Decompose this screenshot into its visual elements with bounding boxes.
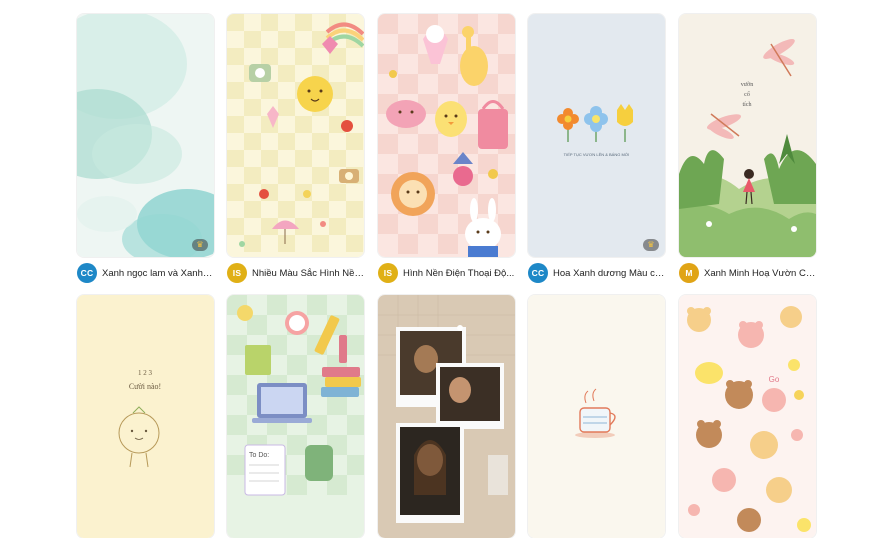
template-thumbnail[interactable]: To Do: [227, 295, 364, 538]
creator-avatar[interactable]: IS [378, 263, 398, 283]
cute-pattern-image [227, 14, 364, 257]
smile-orange-image: 1 2 3 Cười nào! [77, 295, 214, 538]
thumbnail-quote: TIẾP TỤC VƯƠN LÊN & BÁNG MỚI [564, 152, 630, 157]
creator-avatar[interactable]: CC [77, 263, 97, 283]
template-meta: IS Nhiều Màu Sắc Hình Nền... [227, 263, 364, 283]
template-thumbnail[interactable]: vườn cổ tích [679, 14, 816, 257]
thumbnail-todo-text: To Do: [249, 452, 269, 459]
cute-animals-image [378, 14, 515, 257]
template-title[interactable]: Nhiều Màu Sắc Hình Nền... [252, 268, 364, 279]
template-thumbnail[interactable] [378, 295, 515, 538]
photo-collage-image [378, 295, 515, 538]
coffee-cup-image [528, 295, 665, 538]
template-thumbnail[interactable] [528, 295, 665, 538]
study-pattern-image: To Do: [227, 295, 364, 538]
template-thumbnail[interactable] [378, 14, 515, 257]
template-meta: CC Hoa Xanh dương Màu ca... [528, 263, 665, 283]
premium-crown-icon: ♛ [643, 239, 659, 251]
template-title[interactable]: Hình Nền Điện Thoại Độ... [403, 268, 515, 279]
thumbnail-go-text: Go [769, 375, 780, 384]
premium-crown-icon: ♛ [192, 239, 208, 251]
template-thumbnail[interactable]: 1 2 3 Cười nào! [77, 295, 214, 538]
template-grid: ♛ CC Xanh ngọc lam và Xanh l... IS Nhiều… [0, 0, 891, 538]
template-thumbnail[interactable]: Go [679, 295, 816, 538]
template-meta: IS Hình Nền Điện Thoại Độ... [378, 263, 515, 283]
template-thumbnail[interactable] [227, 14, 364, 257]
template-title[interactable]: Xanh Minh Hoạ Vườn Cổ ... [704, 268, 816, 279]
template-title[interactable]: Xanh ngọc lam và Xanh l... [102, 268, 214, 279]
garden-image: vườn cổ tích [679, 14, 816, 257]
template-thumbnail[interactable]: ♛ [77, 14, 214, 257]
creator-avatar[interactable]: IS [227, 263, 247, 283]
creator-avatar[interactable]: M [679, 263, 699, 283]
template-meta: M Xanh Minh Hoạ Vườn Cổ ... [679, 263, 816, 283]
thumbnail-text-2: Cười nào! [129, 382, 161, 391]
template-thumbnail[interactable]: TIẾP TỤC VƯƠN LÊN & BÁNG MỚI ♛ [528, 14, 665, 257]
flowers-image: TIẾP TỤC VƯƠN LÊN & BÁNG MỚI [528, 14, 665, 257]
thumbnail-text-1: vườn [741, 82, 753, 88]
creator-avatar[interactable]: CC [528, 263, 548, 283]
bears-pattern-image: Go [679, 295, 816, 538]
thumbnail-text-3: tích [743, 102, 752, 108]
aqua-watercolor-image [77, 14, 214, 257]
template-title[interactable]: Hoa Xanh dương Màu ca... [553, 268, 665, 279]
template-meta: CC Xanh ngọc lam và Xanh l... [77, 263, 214, 283]
thumbnail-text-2: cổ [744, 91, 750, 98]
thumbnail-text-1: 1 2 3 [138, 369, 153, 377]
